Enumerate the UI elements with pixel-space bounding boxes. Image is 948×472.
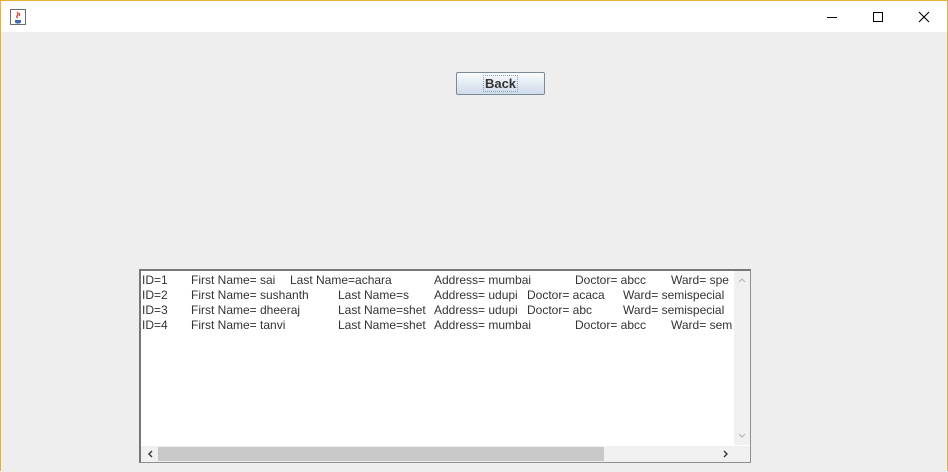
back-button-label: Back: [482, 75, 519, 92]
record-id: ID=3: [142, 303, 168, 317]
record-address: Address= mumbai: [434, 273, 532, 287]
record-last-name: Last Name=shet: [338, 318, 426, 332]
record-first-name: First Name= sushanth: [191, 288, 309, 302]
record-ward: Ward= semispecial: [623, 303, 725, 317]
scroll-left-icon[interactable]: [142, 446, 158, 462]
record-last-name: Last Name=s: [338, 288, 410, 302]
record-doctor: Doctor= abcc: [575, 273, 647, 287]
records-text-area[interactable]: ID=1 First Name= sai Last Name=achara Ad…: [141, 271, 734, 445]
close-icon: [918, 11, 930, 22]
record-ward: Ward= semispecial: [623, 288, 725, 302]
record-id: ID=2: [142, 288, 168, 302]
records-scroll-pane[interactable]: ID=1 First Name= sai Last Name=achara Ad…: [139, 269, 751, 463]
vertical-scrollbar[interactable]: [734, 271, 750, 445]
record-address: Address= mumbai: [434, 318, 532, 332]
close-button[interactable]: [901, 1, 947, 32]
record-id: ID=4: [142, 318, 168, 332]
record-last-name: Last Name=shet: [338, 303, 426, 317]
back-button[interactable]: Back: [456, 72, 545, 95]
record-id: ID=1: [142, 273, 168, 287]
record-ward: Ward= spe: [671, 273, 729, 287]
maximize-button[interactable]: [855, 1, 901, 32]
minimize-icon: [827, 16, 837, 18]
record-address: Address= udupi: [434, 303, 518, 317]
scroll-down-icon[interactable]: [734, 428, 750, 444]
record-first-name: First Name= sai: [191, 273, 276, 287]
record-doctor: Doctor= acaca: [527, 288, 605, 302]
maximize-icon: [873, 11, 883, 22]
record-address: Address= udupi: [434, 288, 518, 302]
record-first-name: First Name= tanvi: [191, 318, 286, 332]
horizontal-scrollbar[interactable]: [141, 446, 734, 462]
minimize-button[interactable]: [809, 1, 855, 32]
record-last-name: Last Name=achara: [290, 273, 392, 287]
scroll-right-icon[interactable]: [718, 446, 734, 462]
scrollbar-corner: [734, 446, 750, 462]
record-doctor: Doctor= abc: [527, 303, 593, 317]
title-bar[interactable]: [1, 1, 947, 32]
app-window: Back ID=1 First Name= sai Last Name=acha…: [0, 0, 948, 471]
java-app-icon: [10, 9, 26, 25]
scroll-up-icon[interactable]: [734, 272, 750, 288]
record-ward: Ward= sem: [671, 318, 733, 332]
horizontal-scroll-thumb[interactable]: [158, 447, 604, 461]
record-doctor: Doctor= abcc: [575, 318, 647, 332]
record-first-name: First Name= dheeraj: [191, 303, 301, 317]
